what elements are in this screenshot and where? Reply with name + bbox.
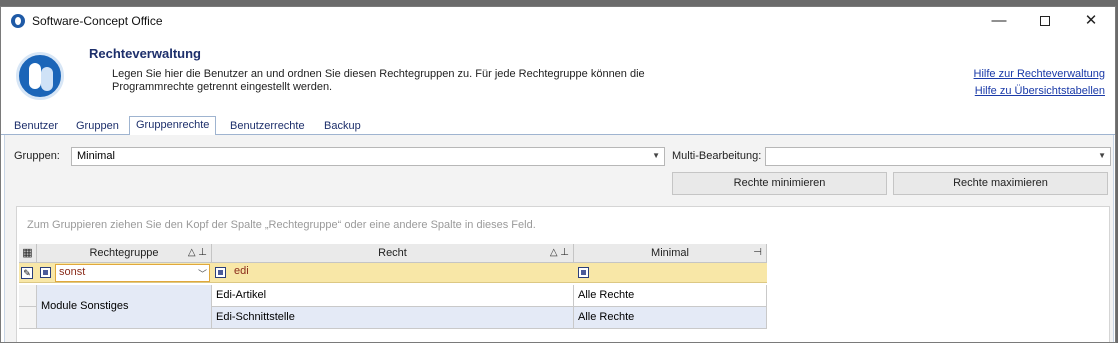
chevron-down-icon: ▼ xyxy=(652,151,660,160)
column-header-minimal-label: Minimal xyxy=(651,247,689,259)
pin-icon: ⊣ xyxy=(753,247,762,258)
filter-condition-icon[interactable] xyxy=(40,267,51,278)
keys-logo-icon xyxy=(16,52,64,100)
gruppen-select[interactable]: Minimal ▼ xyxy=(71,147,665,166)
gruppen-label: Gruppen: xyxy=(14,150,60,162)
group-cell: Module Sonstiges xyxy=(37,285,212,329)
filter-edit-icon[interactable]: ✎ xyxy=(21,267,33,279)
maximize-button[interactable] xyxy=(1022,7,1068,35)
tab-gruppen[interactable]: Gruppen xyxy=(70,118,125,135)
row-indicator[interactable] xyxy=(19,307,37,329)
close-button[interactable]: ✕ xyxy=(1068,7,1114,35)
group-label: Module Sonstiges xyxy=(41,300,129,312)
app-logo-icon xyxy=(11,14,25,28)
multi-bearbeitung-select[interactable]: ▼ xyxy=(765,147,1111,166)
column-header-minimal[interactable]: Minimal ⊣ xyxy=(574,244,767,263)
help-rechteverwaltung-link[interactable]: Hilfe zur Rechteverwaltung xyxy=(974,68,1105,80)
app-window: Software-Concept Office — ✕ Rechteverwal… xyxy=(0,6,1116,343)
filter-rechtegruppe-input[interactable]: sonst ﹀ xyxy=(55,264,210,282)
title-bar: Software-Concept Office — ✕ xyxy=(1,7,1115,35)
page-description: Legen Sie hier die Benutzer an und ordne… xyxy=(112,68,645,93)
window-title: Software-Concept Office xyxy=(32,14,163,28)
tab-backup[interactable]: Backup xyxy=(318,118,367,135)
chevron-down-icon[interactable]: ﹀ xyxy=(198,267,207,280)
gruppen-select-value: Minimal xyxy=(77,150,115,162)
column-header-recht[interactable]: Recht △ ⊥ xyxy=(212,244,574,263)
column-header-rechtegruppe-label: Rechtegruppe xyxy=(89,247,159,259)
gruppenrechte-panel: Gruppen: Minimal ▼ Multi-Bearbeitung: ▼ … xyxy=(4,135,1114,342)
rechte-maximieren-button[interactable]: Rechte maximieren xyxy=(893,172,1108,195)
tab-bar: Benutzer Gruppen Gruppenrechte Benutzerr… xyxy=(1,115,1115,136)
column-header-recht-label: Recht xyxy=(378,247,407,259)
table-row-recht[interactable]: Edi-Artikel xyxy=(212,285,574,307)
filter-recht-text[interactable]: edi xyxy=(234,265,249,277)
sort-pin-icon: △ ⊥ xyxy=(549,247,569,258)
multi-bearbeitung-label: Multi-Bearbeitung: xyxy=(672,150,762,162)
table-row-recht[interactable]: Edi-Schnittstelle xyxy=(212,307,574,329)
filter-condition-icon[interactable] xyxy=(578,267,589,278)
page-title: Rechteverwaltung xyxy=(89,46,201,61)
sort-pin-icon: △ ⊥ xyxy=(187,247,207,258)
table-row-minimal[interactable]: Alle Rechte xyxy=(574,307,767,329)
filter-rechtegruppe-text: sonst xyxy=(59,266,86,278)
minimize-button[interactable]: — xyxy=(976,7,1022,35)
chevron-down-icon: ▼ xyxy=(1098,151,1106,160)
tab-benutzer[interactable]: Benutzer xyxy=(8,118,64,135)
column-header-rechtegruppe[interactable]: Rechtegruppe △ ⊥ xyxy=(37,244,212,263)
table-row-minimal[interactable]: Alle Rechte xyxy=(574,285,767,307)
rechte-minimieren-button[interactable]: Rechte minimieren xyxy=(672,172,887,195)
filter-condition-icon[interactable] xyxy=(215,267,226,278)
maximize-icon xyxy=(1040,16,1050,27)
help-uebersichtstabellen-link[interactable]: Hilfe zu Übersichtstabellen xyxy=(975,85,1105,97)
tab-gruppenrechte[interactable]: Gruppenrechte xyxy=(129,116,217,136)
row-indicator[interactable] xyxy=(19,285,37,307)
column-chooser-icon[interactable]: ▦ xyxy=(19,244,37,263)
rights-grid: Zum Gruppieren ziehen Sie den Kopf der S… xyxy=(16,206,1110,342)
tab-benutzerrechte[interactable]: Benutzerrechte xyxy=(224,118,311,135)
group-panel-hint[interactable]: Zum Gruppieren ziehen Sie den Kopf der S… xyxy=(27,219,536,231)
